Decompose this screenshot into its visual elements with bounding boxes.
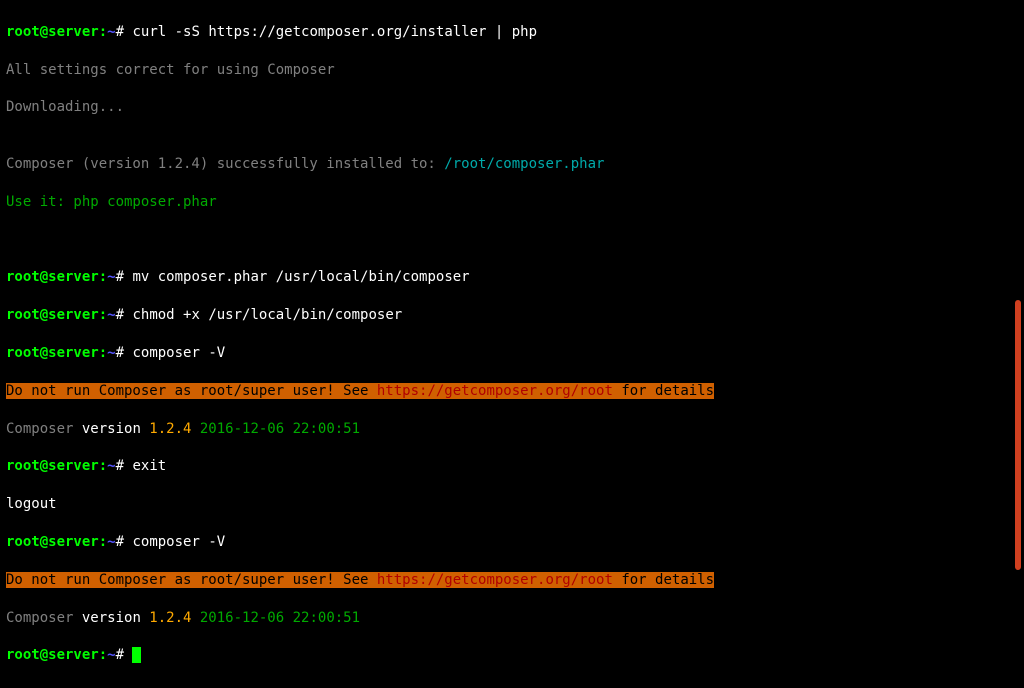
output-line: Use it: php composer.phar bbox=[6, 193, 1018, 212]
prompt-line: root@server:~# composer -V bbox=[6, 344, 1018, 363]
prompt-line: root@server:~# chmod +x /usr/local/bin/c… bbox=[6, 306, 1018, 325]
prompt-line: root@server:~# mv composer.phar /usr/loc… bbox=[6, 268, 1018, 287]
prompt-line: root@server:~# exit bbox=[6, 457, 1018, 476]
prompt-line: root@server:~# composer -V bbox=[6, 533, 1018, 552]
output-line: Composer (version 1.2.4) successfully in… bbox=[6, 155, 1018, 174]
prompt-path: ~ bbox=[107, 24, 115, 40]
version-line: Composer version 1.2.4 2016-12-06 22:00:… bbox=[6, 420, 1018, 439]
cursor-icon bbox=[132, 647, 141, 663]
output-line: Downloading... bbox=[6, 98, 1018, 117]
command-text: composer -V bbox=[124, 534, 225, 550]
warning-line: Do not run Composer as root/super user! … bbox=[6, 571, 1018, 590]
output-line: All settings correct for using Composer bbox=[6, 61, 1018, 80]
prompt-sep: : bbox=[99, 24, 107, 40]
command-text: mv composer.phar /usr/local/bin/composer bbox=[124, 269, 470, 285]
scrollbar-thumb[interactable] bbox=[1015, 300, 1021, 570]
command-text: exit bbox=[124, 458, 166, 474]
output-line: logout bbox=[6, 495, 1018, 514]
prompt-user: root@server bbox=[6, 24, 99, 40]
version-line: Composer version 1.2.4 2016-12-06 22:00:… bbox=[6, 609, 1018, 628]
command-text: chmod +x /usr/local/bin/composer bbox=[124, 307, 402, 323]
prompt-hash: # bbox=[116, 24, 124, 40]
command-text: curl -sS https://getcomposer.org/install… bbox=[124, 24, 537, 40]
prompt-line: root@server:~# curl -sS https://getcompo… bbox=[6, 23, 1018, 42]
terminal-output-area[interactable]: root@server:~# curl -sS https://getcompo… bbox=[0, 0, 1024, 688]
warning-line: Do not run Composer as root/super user! … bbox=[6, 382, 1018, 401]
blank-line bbox=[6, 231, 1018, 250]
command-text: composer -V bbox=[124, 345, 225, 361]
prompt-line[interactable]: root@server:~# bbox=[6, 646, 1018, 665]
